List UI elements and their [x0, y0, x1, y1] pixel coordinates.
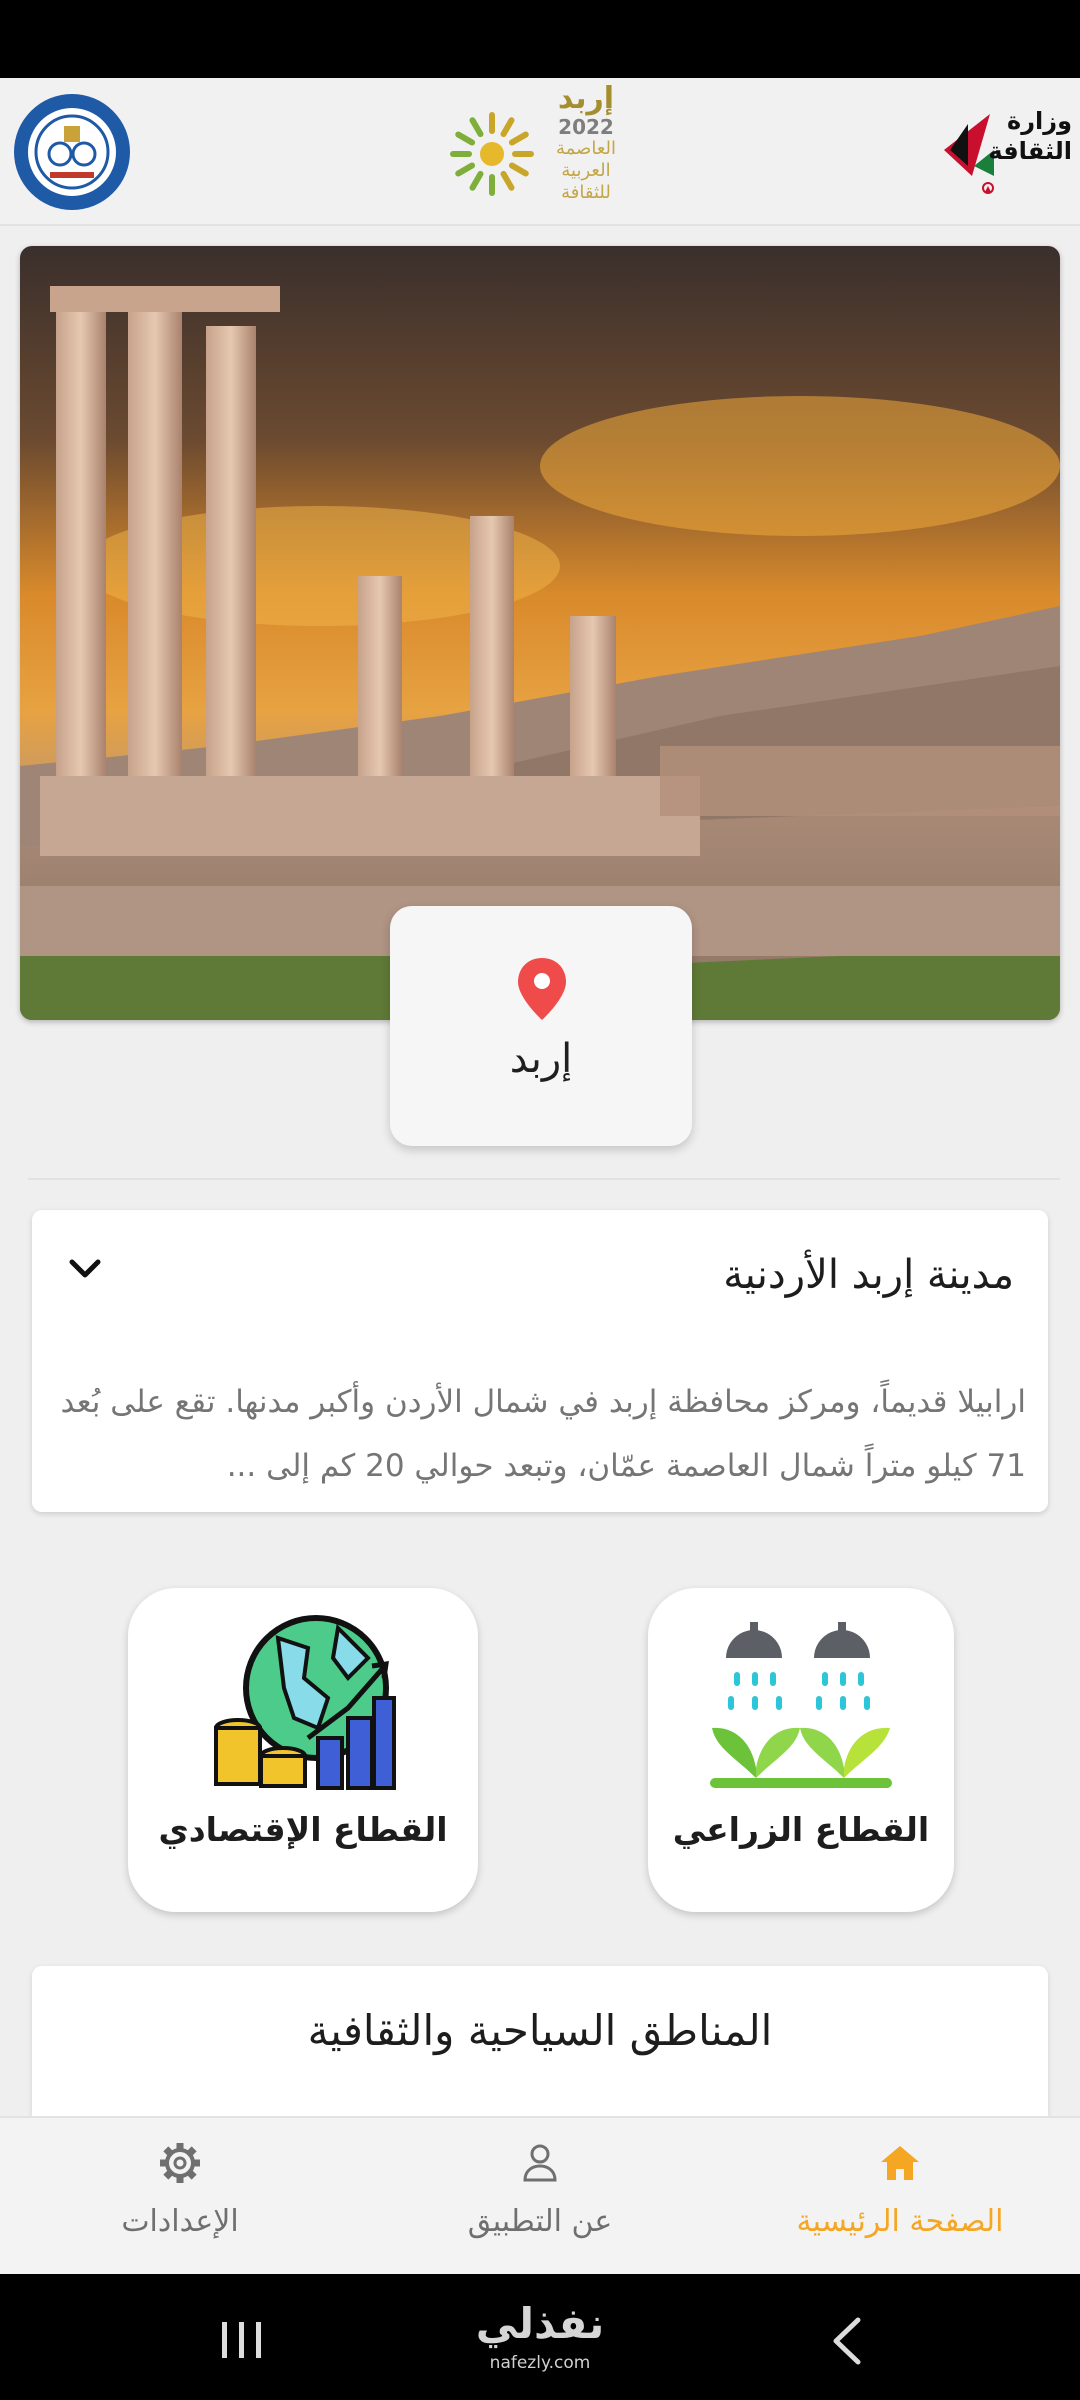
home-icon [881, 2146, 919, 2180]
nav-about-label: عن التطبيق [467, 2204, 613, 2239]
ministry-logo-line: الثقافة [988, 137, 1072, 165]
chevron-down-icon[interactable] [66, 1254, 104, 1284]
recent-apps-icon[interactable] [218, 2320, 266, 2360]
nav-settings-label: الإعدادات [121, 2204, 239, 2239]
hero-image [20, 246, 1060, 1020]
capital-logo-line: العاصمة [556, 138, 616, 159]
watermark-arabic: نفذلي [475, 2299, 605, 2348]
nav-settings[interactable]: الإعدادات [0, 2118, 360, 2276]
about-title: مدينة إربد الأردنية [723, 1252, 1014, 1298]
back-icon[interactable] [830, 2316, 864, 2366]
economy-globe-chart-icon [214, 1615, 396, 1790]
system-navigation-bar: نفذلي nafezly.com [0, 2274, 1080, 2400]
section-divider [28, 1178, 1060, 1180]
capital-logo-city: إربد [557, 81, 615, 116]
watermark-latin: nafezly.com [489, 2353, 591, 2373]
agricultural-sector-card[interactable]: القطاع الزراعي [648, 1588, 954, 1912]
tourism-title: المناطق السياحية والثقافية [307, 2006, 773, 2055]
bottom-navigation: الصفحة الرئيسية عن التطبيق الإعدادات [0, 2116, 1080, 2274]
university-logo [10, 90, 134, 214]
about-description: ارابيلا قديماً، ومركز محافظة إربد في شما… [60, 1384, 1026, 1484]
capital-logo-line: للثقافة [561, 182, 611, 203]
status-bar [0, 0, 1080, 78]
capital-logo-year: 2022 [558, 115, 614, 139]
location-card[interactable]: إربد [390, 906, 692, 1146]
map-pin-icon [518, 958, 566, 1020]
nav-about-app[interactable]: عن التطبيق [360, 2118, 720, 2276]
gear-icon [160, 2143, 200, 2183]
ministry-of-culture-logo: وزارة الثقافة [938, 106, 1072, 196]
nav-home-label: الصفحة الرئيسية [796, 2204, 1004, 2239]
tourism-section-card[interactable]: المناطق السياحية والثقافية [32, 1966, 1048, 2116]
irrigation-plants-icon [710, 1622, 892, 1788]
economic-sector-card[interactable]: القطاع الإقتصادي [128, 1588, 478, 1912]
capital-logo-line: العربية [561, 160, 611, 181]
irbid-capital-of-culture-logo: إربد 2022 العاصمة العربية للثقافة [448, 82, 632, 222]
person-icon [523, 2144, 557, 2182]
location-name: إربد [509, 1036, 573, 1082]
about-city-card[interactable]: مدينة إربد الأردنية ارابيلا قديماً، ومرك… [32, 1210, 1048, 1512]
ministry-logo-line: وزارة [1007, 107, 1072, 135]
sector-label: القطاع الزراعي [672, 1810, 930, 1849]
nav-home[interactable]: الصفحة الرئيسية [720, 2118, 1080, 2276]
app-header: إربد 2022 العاصمة العربية للثقافة وزارة … [0, 78, 1080, 226]
watermark: نفذلي nafezly.com [450, 2296, 630, 2374]
sector-label: القطاع الإقتصادي [158, 1810, 448, 1849]
